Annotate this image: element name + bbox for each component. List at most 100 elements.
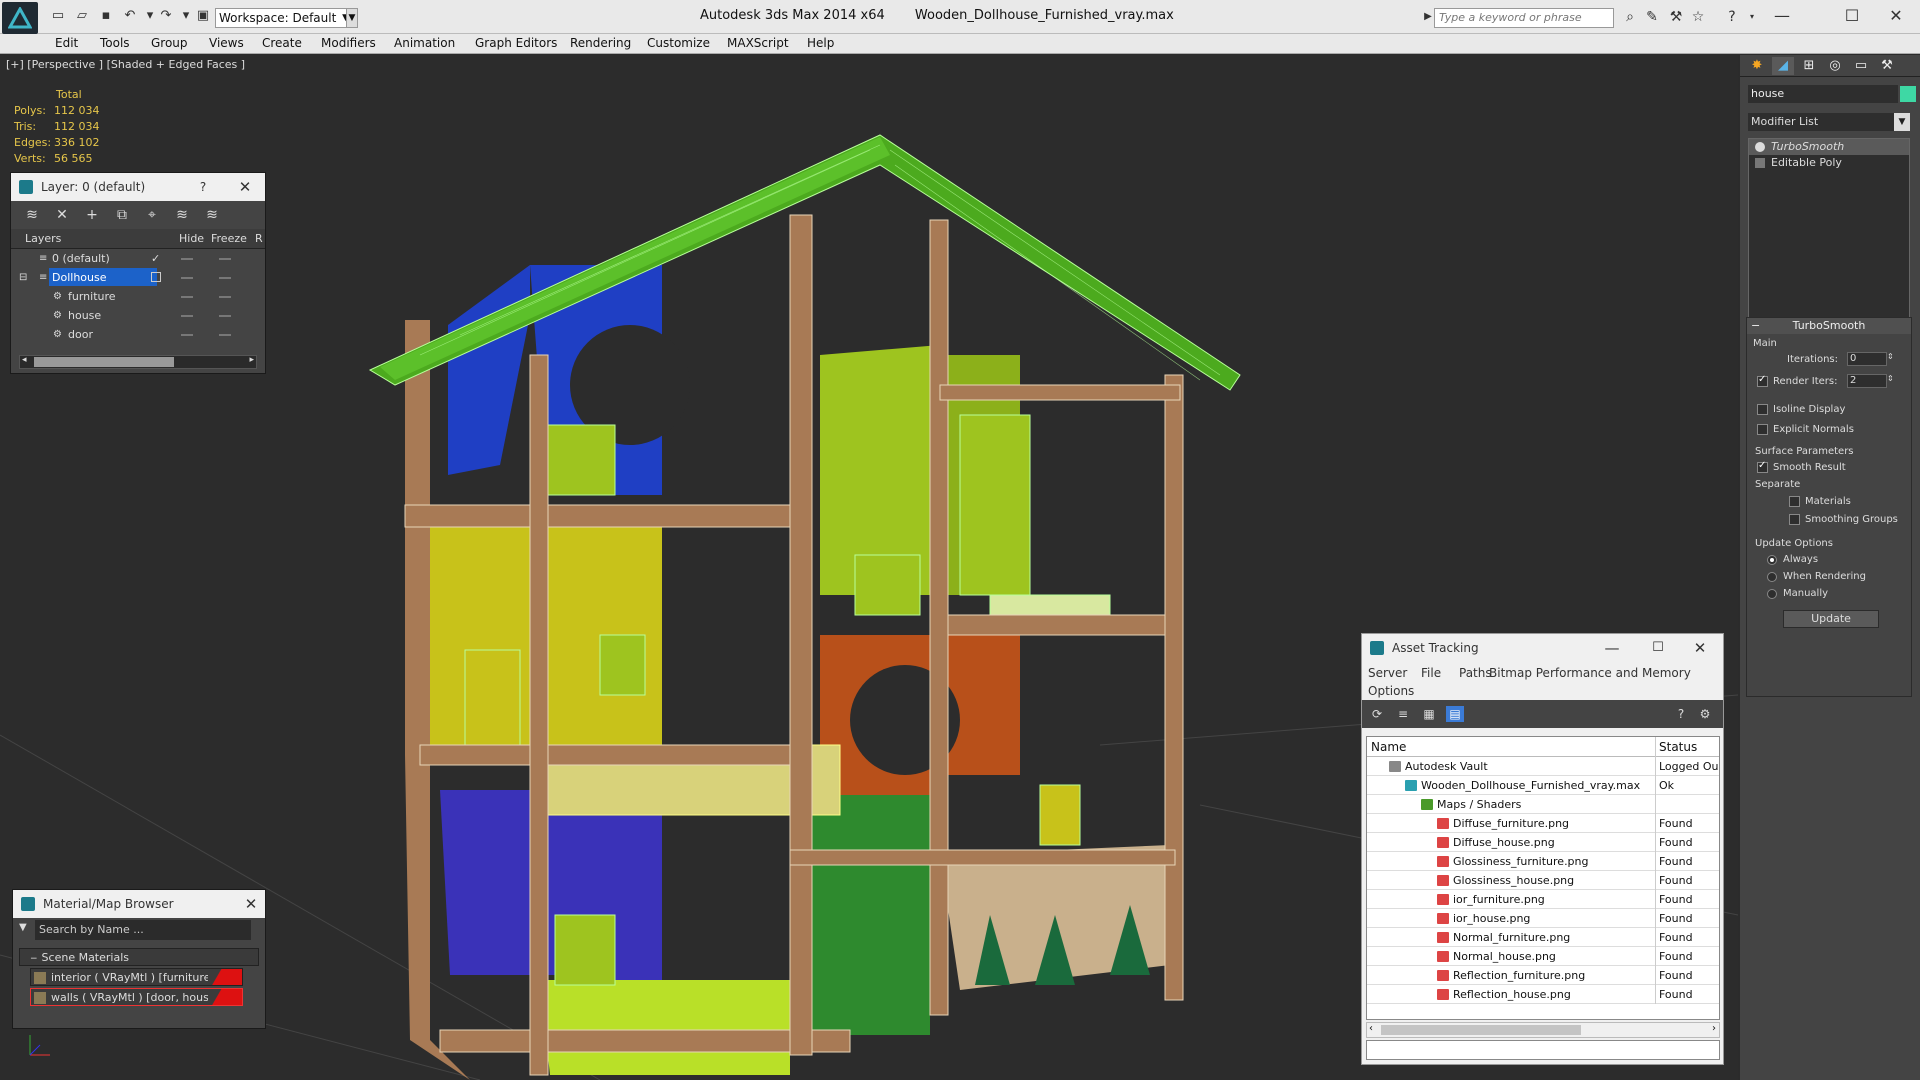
scroll-thumb[interactable] <box>34 357 174 367</box>
always-radio[interactable] <box>1767 555 1777 565</box>
close-button[interactable]: ✕ <box>1876 4 1916 28</box>
freeze-toggle[interactable] <box>219 296 231 298</box>
display-tab-icon[interactable]: ▭ <box>1850 57 1872 75</box>
material-item[interactable]: walls ( VRayMtl ) [door, house] <box>30 988 243 1006</box>
asset-tracking-header[interactable]: Asset Tracking — ☐ ✕ <box>1362 634 1723 662</box>
favorites-star-icon[interactable]: ☆ <box>1690 9 1706 25</box>
asset-row[interactable]: Normal_furniture.png Found <box>1367 928 1719 947</box>
maximize-button[interactable]: ☐ <box>1646 634 1670 662</box>
layer-row[interactable]: ⊟ ≡ Dollhouse <box>11 268 265 287</box>
update-button[interactable]: Update <box>1783 610 1879 628</box>
subscription-icon[interactable]: ✎ <box>1644 9 1660 25</box>
freeze-toggle[interactable] <box>219 334 231 336</box>
redo-icon[interactable]: ↷ <box>158 8 174 24</box>
menu-file[interactable]: File <box>1421 666 1441 680</box>
freeze-toggle[interactable] <box>219 277 231 279</box>
scroll-right-icon[interactable]: ▸ <box>249 355 254 365</box>
hide-toggle[interactable] <box>181 296 193 298</box>
menu-server[interactable]: Server <box>1368 666 1407 680</box>
app-menu-button[interactable] <box>2 2 38 34</box>
undo-dropdown-icon[interactable]: ▾ <box>142 8 158 24</box>
stack-item-editable-poly[interactable]: Editable Poly <box>1749 155 1909 171</box>
asset-path-field[interactable] <box>1366 1040 1720 1060</box>
isoline-display-checkbox[interactable] <box>1757 404 1768 415</box>
layer-properties-icon[interactable]: ≋ <box>23 207 41 223</box>
minimize-button[interactable]: — <box>1762 4 1802 28</box>
add-selection-icon[interactable]: ⧉ <box>113 207 131 223</box>
table-view-icon[interactable]: ▤ <box>1446 706 1464 722</box>
help-icon[interactable]: ? <box>191 173 215 201</box>
help-dropdown-icon[interactable]: ▾ <box>1744 9 1760 25</box>
expand-plus-icon[interactable] <box>1755 158 1765 168</box>
minimize-button[interactable]: — <box>1600 634 1624 662</box>
freeze-toggle[interactable] <box>219 315 231 317</box>
asset-row[interactable]: Autodesk Vault Logged Ou <box>1367 757 1719 776</box>
menu-animation[interactable]: Animation <box>394 36 455 50</box>
asset-row[interactable]: ior_house.png Found <box>1367 909 1719 928</box>
communication-center-icon[interactable]: ⚒ <box>1668 9 1684 25</box>
close-icon[interactable]: ✕ <box>239 890 263 918</box>
asset-row[interactable]: Wooden_Dollhouse_Furnished_vray.max Ok <box>1367 776 1719 795</box>
close-button[interactable]: ✕ <box>1688 634 1712 662</box>
modifier-list-dropdown[interactable]: Modifier List ▼ <box>1748 113 1910 131</box>
manually-radio[interactable] <box>1767 589 1777 599</box>
scroll-right-icon[interactable]: › <box>1712 1023 1716 1034</box>
layer-row[interactable]: ⚙ door <box>11 325 265 344</box>
rollout-title[interactable]: − TurboSmooth <box>1747 318 1911 334</box>
menu-paths[interactable]: Paths <box>1459 666 1492 680</box>
menu-options[interactable]: Options <box>1368 684 1414 698</box>
when-rendering-radio[interactable] <box>1767 572 1777 582</box>
menu-create[interactable]: Create <box>262 36 302 50</box>
hide-toggle[interactable] <box>181 277 193 279</box>
save-file-icon[interactable]: ▪ <box>98 8 114 24</box>
column-hide[interactable]: Hide <box>179 232 204 245</box>
freeze-toggle[interactable] <box>219 258 231 260</box>
create-layer-icon[interactable]: + <box>83 207 101 223</box>
asset-row[interactable]: Reflection_furniture.png Found <box>1367 966 1719 985</box>
column-divider[interactable] <box>1655 737 1656 757</box>
scroll-left-icon[interactable]: ◂ <box>22 355 27 365</box>
expand-icon[interactable]: ⊟ <box>19 268 27 287</box>
spinner-arrows-icon[interactable]: ⇕ <box>1887 374 1894 383</box>
hide-all-icon[interactable]: ≋ <box>203 207 221 223</box>
menu-edit[interactable]: Edit <box>55 36 78 50</box>
viewport-label[interactable]: [+] [Perspective ] [Shaded + Edged Faces… <box>6 58 245 71</box>
open-file-icon[interactable]: ▱ <box>74 8 90 24</box>
column-status[interactable]: Status <box>1659 740 1697 754</box>
material-browser-header[interactable]: Material/Map Browser ✕ <box>13 890 265 918</box>
menu-maxscript[interactable]: MAXScript <box>727 36 789 50</box>
thumbnail-view-icon[interactable]: ▦ <box>1420 706 1438 722</box>
column-name[interactable]: Name <box>1371 740 1406 754</box>
column-freeze[interactable]: Freeze <box>211 232 247 245</box>
new-file-icon[interactable]: ▭ <box>50 8 66 24</box>
current-layer-check-icon[interactable]: ✓ <box>151 249 160 268</box>
create-tab-icon[interactable]: ✸ <box>1746 57 1768 75</box>
layer-row[interactable]: ⚙ house <box>11 306 265 325</box>
layer-row[interactable]: ≡ 0 (default) ✓ <box>11 249 265 268</box>
smooth-result-checkbox[interactable] <box>1757 460 1768 473</box>
explicit-normals-checkbox[interactable] <box>1757 424 1768 435</box>
asset-row[interactable]: Glossiness_furniture.png Found <box>1367 852 1719 871</box>
layer-row[interactable]: ⚙ furniture <box>11 287 265 306</box>
hide-toggle[interactable] <box>181 315 193 317</box>
render-iters-spinner[interactable]: 2 <box>1847 374 1887 388</box>
material-item[interactable]: interior ( VRayMtl ) [furniture] <box>30 968 243 986</box>
binoculars-icon[interactable]: ⌕ <box>1622 9 1638 25</box>
materials-checkbox[interactable] <box>1789 496 1800 507</box>
highlight-layer-icon[interactable]: ≋ <box>173 207 191 223</box>
menu-group[interactable]: Group <box>151 36 188 50</box>
menu-views[interactable]: Views <box>209 36 244 50</box>
lightbulb-icon[interactable] <box>1755 142 1765 152</box>
menu-modifiers[interactable]: Modifiers <box>321 36 376 50</box>
horizontal-scrollbar[interactable]: ‹ › <box>1366 1022 1720 1038</box>
asset-row[interactable]: Reflection_house.png Found <box>1367 985 1719 1004</box>
list-view-icon[interactable]: ≡ <box>1394 706 1412 722</box>
column-layers[interactable]: Layers <box>25 232 61 245</box>
menu-help[interactable]: Help <box>807 36 834 50</box>
maximize-button[interactable]: ☐ <box>1832 4 1872 28</box>
spinner-arrows-icon[interactable]: ⇕ <box>1887 352 1894 361</box>
asset-row[interactable]: Maps / Shaders <box>1367 795 1719 814</box>
close-icon[interactable]: ✕ <box>233 173 257 201</box>
undo-icon[interactable]: ↶ <box>122 8 138 24</box>
search-input[interactable]: Type a keyword or phrase <box>1434 8 1614 28</box>
